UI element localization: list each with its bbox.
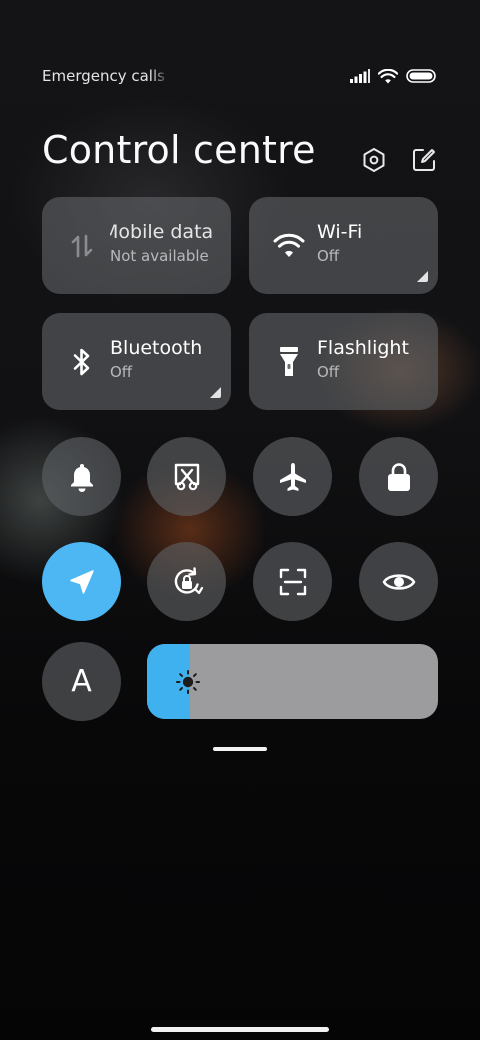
auto-brightness-icon: A bbox=[71, 664, 92, 699]
brightness-slider[interactable] bbox=[147, 644, 438, 719]
toggle-lock-screen[interactable] bbox=[359, 437, 438, 516]
flashlight-icon bbox=[273, 346, 305, 378]
scan-icon bbox=[279, 568, 306, 595]
location-icon bbox=[69, 569, 94, 594]
tile-mobile-data-status: Not available bbox=[110, 247, 209, 265]
toggle-airplane[interactable] bbox=[253, 437, 332, 516]
tile-wifi-status: Off bbox=[317, 247, 340, 265]
header-icons bbox=[360, 146, 438, 174]
screenshot-icon bbox=[174, 463, 199, 490]
bell-icon bbox=[70, 463, 93, 492]
tile-text: Flashlight Off bbox=[317, 337, 420, 381]
battery-icon bbox=[406, 69, 436, 83]
tile-flashlight-status: Off bbox=[317, 363, 340, 381]
rotation-lock-icon bbox=[174, 566, 203, 594]
expand-corner-icon[interactable] bbox=[417, 271, 428, 282]
wifi-status-icon bbox=[378, 68, 398, 83]
tile-bluetooth[interactable]: Bluetooth Off bbox=[42, 313, 231, 410]
status-bar: Emergency calls only bbox=[42, 64, 436, 88]
toggle-reading-mode[interactable] bbox=[359, 542, 438, 621]
wifi-icon bbox=[273, 230, 305, 262]
toggle-rotation-lock[interactable] bbox=[147, 542, 226, 621]
toggle-scanner[interactable] bbox=[253, 542, 332, 621]
tile-text: Mobile data Not available bbox=[110, 221, 213, 265]
page-title: Control centre bbox=[42, 128, 316, 172]
tile-wifi-label: Wi-Fi bbox=[317, 221, 363, 243]
status-icons bbox=[350, 68, 436, 84]
tile-bluetooth-status: Off bbox=[110, 363, 133, 381]
toggle-silent[interactable] bbox=[42, 437, 121, 516]
mobile-data-icon bbox=[66, 230, 98, 262]
settings-icon[interactable] bbox=[360, 146, 388, 174]
tile-bluetooth-label: Bluetooth bbox=[110, 337, 203, 359]
tile-text: Wi-Fi Off bbox=[317, 221, 420, 265]
tile-wifi[interactable]: Wi-Fi Off bbox=[249, 197, 438, 294]
toggle-auto-brightness[interactable]: A bbox=[42, 642, 121, 721]
tile-flashlight[interactable]: Flashlight Off bbox=[249, 313, 438, 410]
lock-icon bbox=[387, 462, 410, 491]
carrier-text: Emergency calls only bbox=[42, 67, 170, 85]
gesture-nav-bar[interactable] bbox=[151, 1027, 329, 1032]
toggle-screenshot[interactable] bbox=[147, 437, 226, 516]
edit-icon[interactable] bbox=[410, 146, 438, 174]
bluetooth-icon bbox=[66, 346, 98, 378]
drag-handle[interactable] bbox=[213, 747, 267, 751]
toggle-location[interactable] bbox=[42, 542, 121, 621]
tile-mobile-data[interactable]: Mobile data Not available bbox=[42, 197, 231, 294]
eye-icon bbox=[382, 573, 415, 590]
tile-mobile-data-label: Mobile data bbox=[110, 221, 213, 243]
tile-flashlight-label: Flashlight bbox=[317, 337, 409, 359]
tile-text: Bluetooth Off bbox=[110, 337, 213, 381]
sun-icon bbox=[176, 669, 200, 694]
airplane-icon bbox=[279, 462, 306, 491]
signal-icon bbox=[350, 69, 370, 83]
expand-corner-icon[interactable] bbox=[210, 387, 221, 398]
